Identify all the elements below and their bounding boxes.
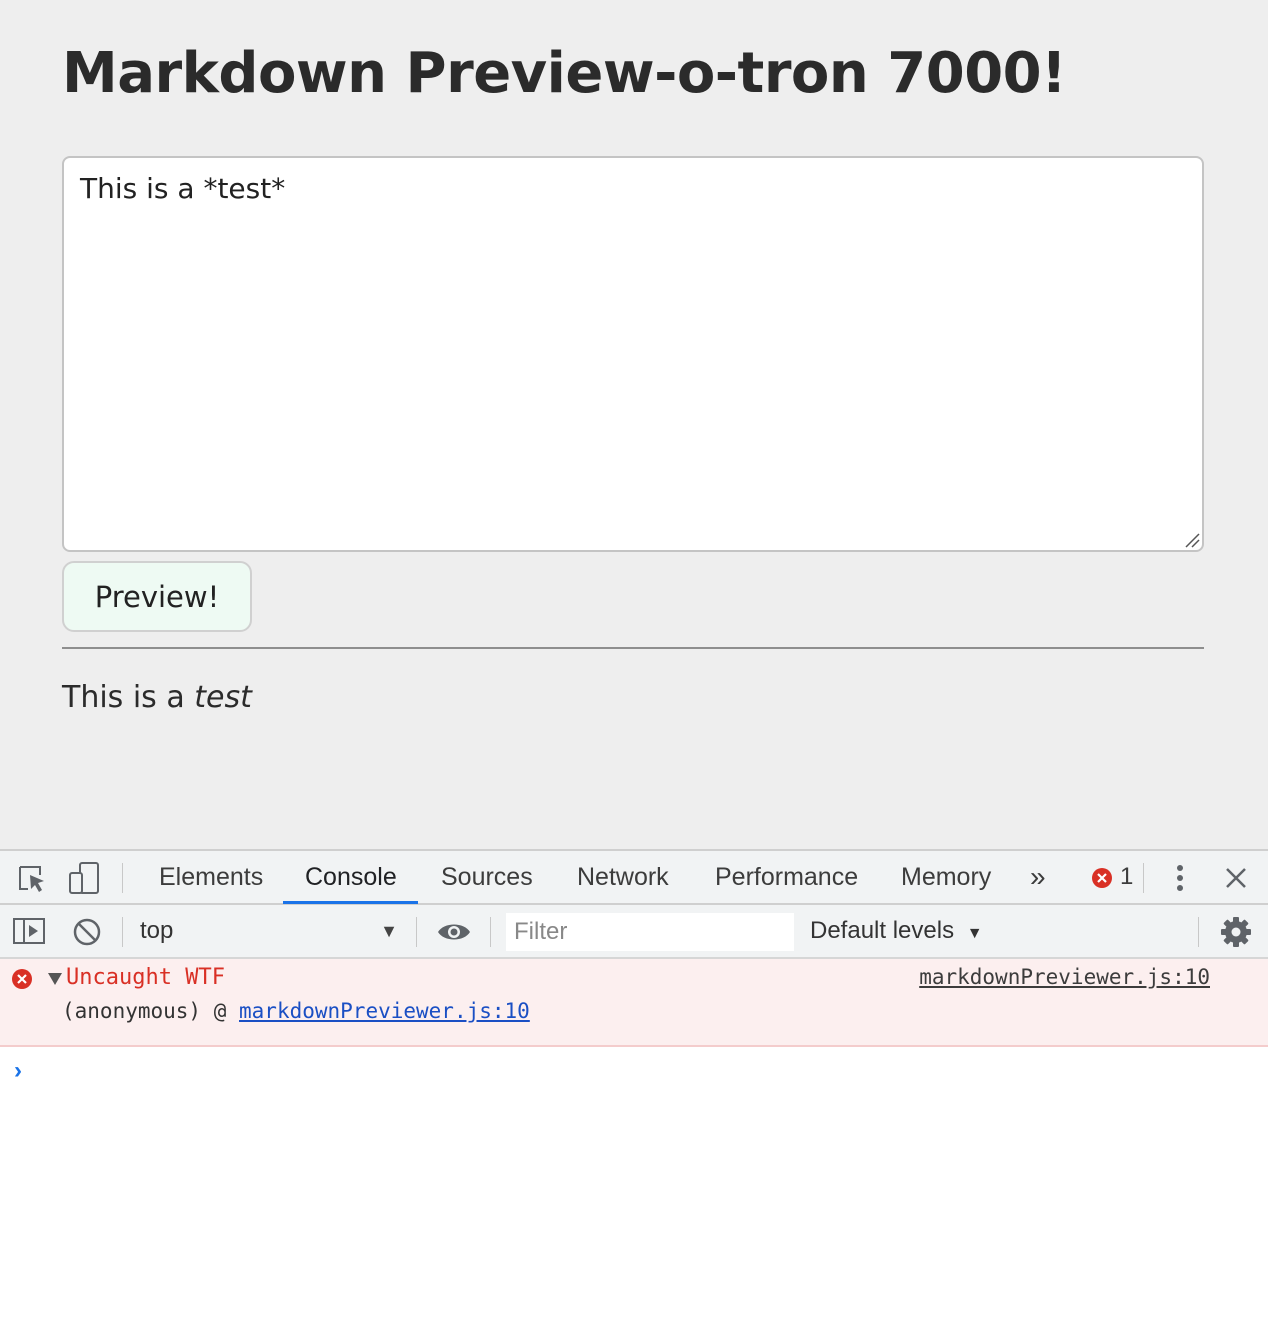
- page-title: Markdown Preview-o-tron 7000!: [62, 41, 1067, 106]
- tab-performance[interactable]: Performance: [715, 851, 858, 905]
- tab-elements[interactable]: Elements: [159, 851, 263, 905]
- gear-icon[interactable]: [1220, 916, 1252, 948]
- separator: [122, 863, 123, 893]
- separator: [1143, 863, 1144, 893]
- chevron-down-icon: ▼: [966, 925, 983, 942]
- devtools-panel: Elements Console Sources Network Perform…: [0, 849, 1268, 1338]
- eye-icon[interactable]: [436, 919, 472, 945]
- tab-network[interactable]: Network: [577, 851, 669, 905]
- error-icon: [12, 969, 32, 989]
- clear-console-icon[interactable]: [72, 917, 102, 947]
- divider: [62, 647, 1204, 649]
- tab-console[interactable]: Console: [305, 851, 397, 905]
- close-icon[interactable]: [1224, 866, 1248, 890]
- preview-button[interactable]: Preview!: [62, 561, 252, 632]
- console-toolbar: top ▼ Default levels ▼: [0, 905, 1268, 959]
- page-content: Markdown Preview-o-tron 7000! Preview! T…: [0, 0, 1268, 849]
- error-count-icon[interactable]: [1091, 867, 1113, 889]
- output-text: This is a: [62, 680, 195, 715]
- more-options-icon[interactable]: [1170, 863, 1190, 893]
- chevron-down-icon: ▼: [380, 921, 398, 941]
- separator: [490, 917, 491, 947]
- expand-triangle-icon[interactable]: [48, 973, 62, 985]
- context-value: top: [140, 917, 174, 944]
- log-levels-label: Default levels: [810, 917, 955, 944]
- sidebar-toggle-icon[interactable]: [12, 917, 46, 945]
- error-source-link[interactable]: markdownPreviewer.js:10: [919, 965, 1210, 989]
- stack-trace-line: (anonymous) @ markdownPreviewer.js:10: [62, 999, 530, 1023]
- device-toolbar-icon[interactable]: [68, 861, 102, 895]
- context-selector[interactable]: top ▼: [140, 905, 402, 957]
- stack-source-link[interactable]: markdownPreviewer.js:10: [239, 999, 530, 1023]
- devtools-tabbar: Elements Console Sources Network Perform…: [0, 851, 1268, 905]
- separator: [122, 917, 123, 947]
- separator: [1198, 917, 1199, 947]
- output-emphasis: test: [194, 680, 252, 715]
- more-tabs-icon[interactable]: »: [1030, 851, 1046, 905]
- tab-memory[interactable]: Memory: [901, 851, 991, 905]
- inspect-element-icon[interactable]: [16, 863, 48, 895]
- console-error-entry: Uncaught WTF markdownPreviewer.js:10 (an…: [0, 959, 1268, 1047]
- active-tab-indicator: [283, 901, 418, 904]
- separator: [416, 917, 417, 947]
- stack-frame: (anonymous) @: [62, 999, 240, 1023]
- log-levels-dropdown[interactable]: Default levels ▼: [810, 905, 983, 957]
- error-count[interactable]: 1: [1120, 851, 1133, 905]
- markdown-editor[interactable]: [62, 156, 1204, 552]
- error-message: Uncaught WTF: [66, 965, 225, 990]
- filter-input[interactable]: [506, 913, 794, 951]
- resize-grip-icon[interactable]: [1184, 532, 1200, 548]
- rendered-output: This is a test: [62, 680, 252, 715]
- console-prompt-icon[interactable]: ›: [14, 1057, 22, 1085]
- tab-sources[interactable]: Sources: [441, 851, 533, 905]
